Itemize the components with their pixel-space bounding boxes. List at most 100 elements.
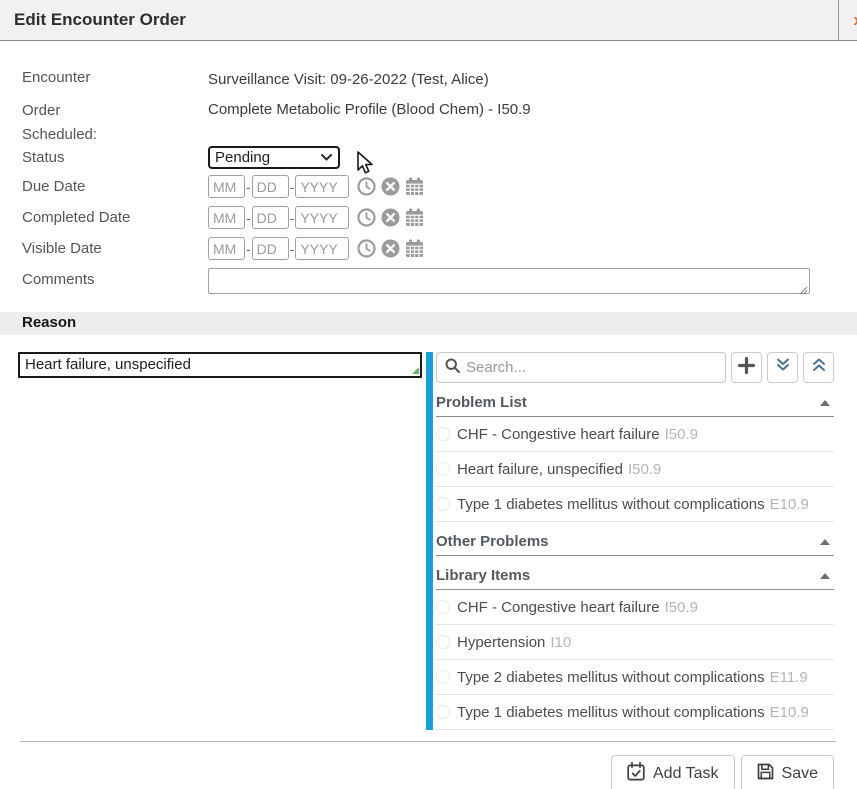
- status-select[interactable]: Pending: [208, 146, 340, 169]
- add-task-label: Add Task: [653, 765, 719, 783]
- due-date-label: Due Date: [22, 175, 208, 195]
- radio-button[interactable]: [436, 635, 450, 649]
- order-value: Complete Metabolic Profile (Blood Chem) …: [208, 99, 531, 118]
- comments-row: Comments: [22, 268, 834, 298]
- comments-label: Comments: [22, 268, 208, 288]
- visible-date-label: Visible Date: [22, 237, 208, 257]
- visible-date-month-input[interactable]: [208, 237, 245, 260]
- item-name: CHF - Congestive heart failure: [457, 599, 660, 616]
- list-item[interactable]: Type 1 diabetes mellitus without complic…: [436, 487, 834, 522]
- reason-section-bar: Reason: [0, 312, 857, 335]
- radio-button[interactable]: [436, 462, 450, 476]
- group-header-library-items[interactable]: Library Items: [436, 556, 834, 590]
- comments-textarea[interactable]: [208, 268, 810, 294]
- item-name: Heart failure, unspecified: [457, 461, 623, 478]
- close-icon: x: [854, 12, 857, 29]
- calendar-check-icon: [627, 762, 645, 786]
- save-button[interactable]: Save: [741, 755, 834, 789]
- plus-icon: [738, 357, 755, 379]
- expand-all-button[interactable]: [803, 352, 834, 383]
- clear-date-icon[interactable]: [381, 239, 400, 258]
- double-chevron-down-icon: [776, 358, 790, 377]
- item-code: I50.9: [628, 461, 661, 478]
- status-row: Status Pending: [22, 146, 834, 175]
- scheduled-row: Scheduled:: [22, 123, 834, 146]
- item-code: E10.9: [770, 704, 809, 721]
- item-name: Type 1 diabetes mellitus without complic…: [457, 704, 765, 721]
- clock-icon[interactable]: [357, 208, 376, 227]
- order-row: Order Complete Metabolic Profile (Blood …: [22, 99, 834, 123]
- reason-textarea[interactable]: Heart failure, unspecified: [18, 352, 422, 378]
- collapse-caret-icon: [820, 400, 830, 406]
- save-label: Save: [782, 765, 818, 783]
- list-item[interactable]: Type 2 diabetes mellitus without complic…: [436, 660, 834, 695]
- group-title: Library Items: [436, 567, 530, 584]
- calendar-icon[interactable]: [405, 177, 424, 196]
- encounter-row: Encounter Surveillance Visit: 09-26-2022…: [22, 66, 834, 99]
- date-separator: -: [290, 179, 295, 195]
- list-item[interactable]: Heart failure, unspecified I50.9: [436, 452, 834, 487]
- clock-icon[interactable]: [357, 177, 376, 196]
- collapse-caret-icon: [820, 539, 830, 545]
- item-code: E11.9: [770, 669, 808, 686]
- add-task-button[interactable]: Add Task: [611, 755, 735, 789]
- item-code: I50.9: [665, 426, 698, 443]
- calendar-icon[interactable]: [405, 239, 424, 258]
- item-code: E10.9: [770, 496, 809, 513]
- list-item[interactable]: Hypertension I10: [436, 625, 834, 660]
- completed-date-row: Completed Date - -: [22, 206, 834, 237]
- reason-content: Heart failure, unspecified: [0, 352, 857, 730]
- completed-date-fields: - -: [208, 206, 424, 229]
- chevron-down-icon: [321, 154, 332, 161]
- date-separator: -: [246, 241, 251, 257]
- calendar-icon[interactable]: [405, 208, 424, 227]
- radio-button[interactable]: [436, 670, 450, 684]
- save-icon: [757, 763, 774, 785]
- clear-date-icon[interactable]: [381, 177, 400, 196]
- dialog-header: Edit Encounter Order x: [0, 0, 857, 41]
- radio-button[interactable]: [436, 427, 450, 441]
- group-title: Other Problems: [436, 533, 549, 550]
- list-item[interactable]: CHF - Congestive heart failure I50.9: [436, 590, 834, 625]
- due-date-year-input[interactable]: [295, 175, 349, 198]
- group-header-other-problems[interactable]: Other Problems: [436, 522, 834, 556]
- completed-date-year-input[interactable]: [295, 206, 349, 229]
- close-button[interactable]: x: [838, 0, 857, 40]
- search-icon: [445, 358, 460, 378]
- edit-encounter-order-dialog: Edit Encounter Order x Encounter Surveil…: [0, 0, 857, 789]
- radio-button[interactable]: [436, 497, 450, 511]
- reason-toolbar: [436, 352, 834, 383]
- item-name: CHF - Congestive heart failure: [457, 426, 660, 443]
- order-label: Order: [22, 99, 208, 119]
- due-date-fields: - -: [208, 175, 424, 198]
- completed-date-day-input[interactable]: [252, 206, 289, 229]
- date-separator: -: [290, 210, 295, 226]
- scheduled-label: Scheduled:: [22, 123, 208, 143]
- panel-divider-bar: [426, 352, 433, 730]
- visible-date-fields: - -: [208, 237, 424, 260]
- due-date-day-input[interactable]: [252, 175, 289, 198]
- item-name: Hypertension: [457, 634, 545, 651]
- reason-picker-panel: Problem List CHF - Congestive heart fail…: [436, 352, 834, 730]
- radio-button[interactable]: [436, 705, 450, 719]
- search-input[interactable]: [466, 359, 717, 376]
- list-item[interactable]: CHF - Congestive heart failure I50.9: [436, 417, 834, 452]
- item-code: I50.9: [665, 599, 698, 616]
- date-separator: -: [246, 210, 251, 226]
- collapse-all-button[interactable]: [767, 352, 798, 383]
- group-title: Problem List: [436, 394, 527, 411]
- due-date-month-input[interactable]: [208, 175, 245, 198]
- clear-date-icon[interactable]: [381, 208, 400, 227]
- visible-date-year-input[interactable]: [295, 237, 349, 260]
- completed-date-month-input[interactable]: [208, 206, 245, 229]
- group-header-problem-list[interactable]: Problem List: [436, 383, 834, 417]
- dialog-title: Edit Encounter Order: [0, 0, 838, 40]
- list-item[interactable]: Type 1 diabetes mellitus without complic…: [436, 695, 834, 730]
- completed-date-label: Completed Date: [22, 206, 208, 226]
- visible-date-day-input[interactable]: [252, 237, 289, 260]
- add-reason-button[interactable]: [731, 352, 762, 383]
- radio-button[interactable]: [436, 600, 450, 614]
- reason-section-title: Reason: [22, 314, 76, 331]
- item-name: Type 2 diabetes mellitus without complic…: [457, 669, 765, 686]
- clock-icon[interactable]: [357, 239, 376, 258]
